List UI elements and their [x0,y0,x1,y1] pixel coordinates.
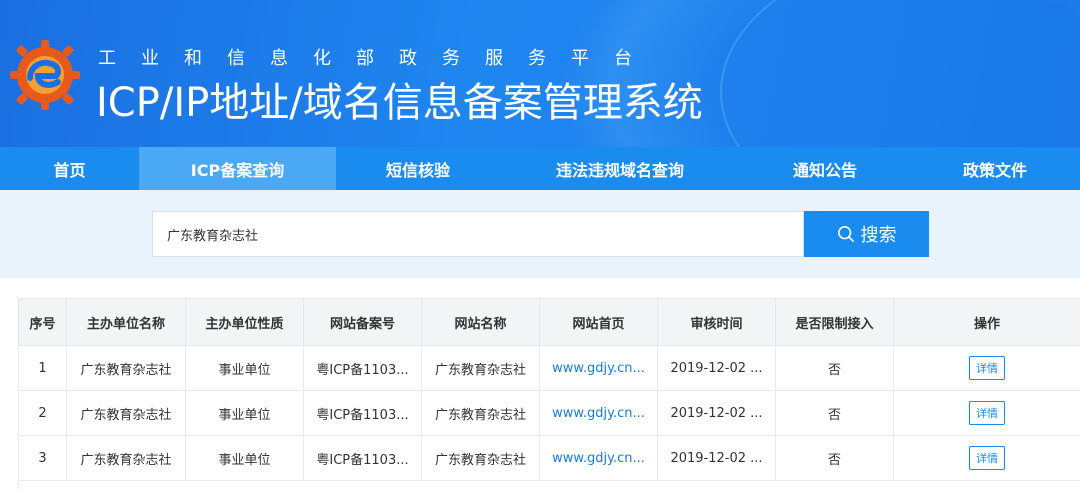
detail-button[interactable]: 详情 [969,446,1005,470]
cell-index: 2 [18,390,67,436]
cell-home-link[interactable]: www.gdjy.cn... [539,390,658,436]
nav-item-notices[interactable]: 通知公告 [740,147,910,190]
col-header-index: 序号 [18,298,67,346]
banner-subtitle: 工业和信息化部政务服务平台 [98,48,657,69]
table-row: 1 广东教育杂志社 事业单位 粤ICP备1103... 广东教育杂志社 www.… [18,345,1080,391]
search-icon [837,225,854,243]
col-header-icp: 网站备案号 [303,298,422,346]
cell-time: 2019-12-02 ... [657,390,776,436]
cell-nature: 事业单位 [185,345,304,391]
results-table: 序号 主办单位名称 主办单位性质 网站备案号 网站名称 网站首页 审核时间 是否… [18,298,1080,481]
col-header-home: 网站首页 [539,298,658,346]
page-title: ICP/IP地址/域名信息备案管理系统 [96,80,703,126]
detail-button[interactable]: 详情 [969,356,1005,380]
nav-item-home[interactable]: 首页 [0,147,139,190]
main-nav: 首页 ICP备案查询 短信核验 违法违规域名查询 通知公告 政策文件 [0,147,1080,190]
table-row: 2 广东教育杂志社 事业单位 粤ICP备1103... 广东教育杂志社 www.… [18,390,1080,436]
cell-index: 1 [18,345,67,391]
table-header-row: 序号 主办单位名称 主办单位性质 网站备案号 网站名称 网站首页 审核时间 是否… [18,298,1080,346]
col-header-nature: 主办单位性质 [185,298,304,346]
cell-limited: 否 [775,390,894,436]
cell-site: 广东教育杂志社 [421,345,540,391]
cell-action: 详情 [893,390,1080,436]
results-table-container: 序号 主办单位名称 主办单位性质 网站备案号 网站名称 网站首页 审核时间 是否… [18,298,1080,481]
col-header-limited: 是否限制接入 [775,298,894,346]
col-header-action: 操作 [893,298,1080,346]
cell-site: 广东教育杂志社 [421,390,540,436]
cell-org: 广东教育杂志社 [66,345,186,391]
cell-limited: 否 [775,345,894,391]
table-continuation [18,472,1080,489]
col-header-site: 网站名称 [421,298,540,346]
cell-action: 详情 [893,345,1080,391]
banner-decoration-ring [720,0,1080,147]
cell-icp: 粤ICP备1103... [303,390,422,436]
search-input[interactable] [152,211,804,257]
cell-home-link[interactable]: www.gdjy.cn... [539,345,658,391]
header-banner: 工业和信息化部政务服务平台 ICP/IP地址/域名信息备案管理系统 [0,0,1080,147]
col-header-org: 主办单位名称 [66,298,186,346]
nav-item-sms-verify[interactable]: 短信核验 [336,147,500,190]
nav-item-policies[interactable]: 政策文件 [910,147,1080,190]
cell-icp: 粤ICP备1103... [303,345,422,391]
search-button[interactable]: 搜索 [804,211,929,257]
nav-item-illegal-domain[interactable]: 违法违规域名查询 [500,147,740,190]
cell-time: 2019-12-02 ... [657,345,776,391]
cell-nature: 事业单位 [185,390,304,436]
search-area: 搜索 [0,190,1080,278]
col-header-time: 审核时间 [657,298,776,346]
gov-logo-icon [10,40,80,110]
search-button-label: 搜索 [860,225,897,246]
cell-org: 广东教育杂志社 [66,390,186,436]
detail-button[interactable]: 详情 [969,401,1005,425]
nav-item-icp-query[interactable]: ICP备案查询 [139,147,336,190]
